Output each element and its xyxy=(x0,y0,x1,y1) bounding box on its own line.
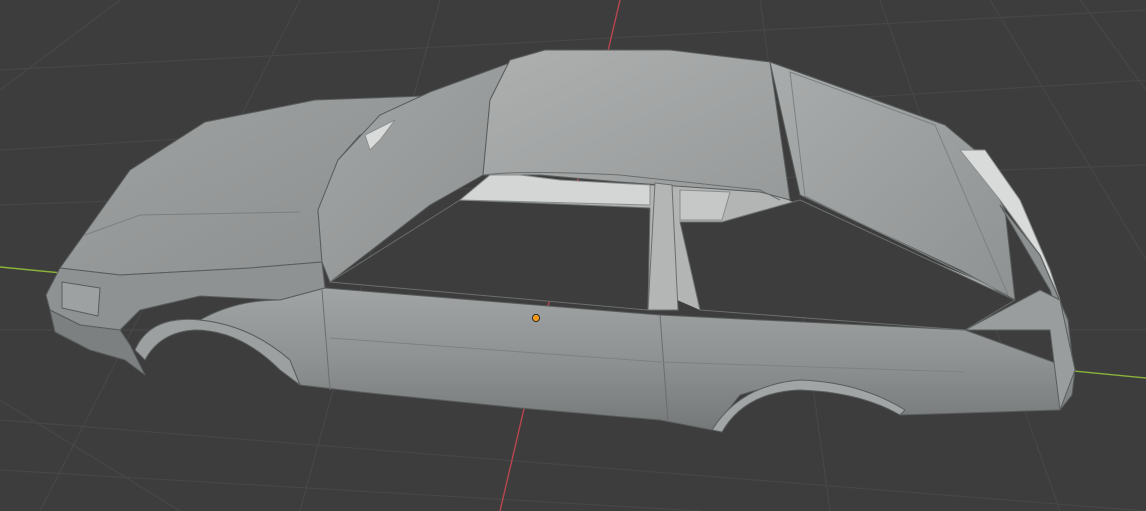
3d-viewport[interactable] xyxy=(0,0,1146,511)
car-body-mesh[interactable] xyxy=(45,49,1076,433)
object-origin-dot[interactable] xyxy=(531,313,541,323)
